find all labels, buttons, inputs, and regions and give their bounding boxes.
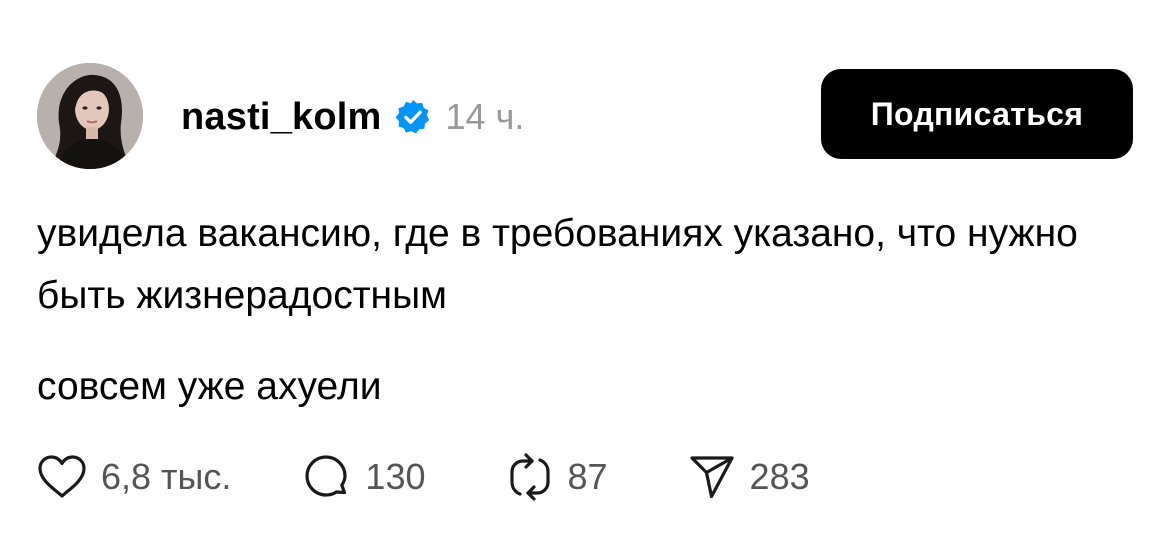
follow-button[interactable]: Подписаться [821,69,1133,159]
repost-arrows-icon [509,453,550,501]
post-time[interactable]: 14 ч. [446,96,525,138]
speech-bubble-icon [305,455,348,497]
post-header: nasti_kolm 14 ч. [181,92,524,142]
comment-button[interactable]: 130 [301,452,426,502]
comments-count: 130 [365,456,426,497]
heart-icon [38,455,86,498]
post-paragraph: увидела вакансию, где в требованиях указ… [37,212,1078,317]
share-button[interactable]: 283 [688,453,810,501]
action-bar: 6,8 тыс. 130 87 283 [37,448,810,506]
paper-plane-icon [689,456,734,499]
profile-photo-icon [37,63,143,169]
likes-count: 6,8 тыс. [101,456,232,497]
post-paragraph: совсем уже ахуели [37,365,382,408]
post-text: увидела вакансию, где в требованиях указ… [37,203,1147,418]
reposts-count: 87 [567,456,608,497]
repost-button[interactable]: 87 [506,452,608,502]
like-button[interactable]: 6,8 тыс. [37,454,231,500]
shares-count: 283 [749,456,810,497]
username[interactable]: nasti_kolm [181,96,382,139]
thread-post: nasti_kolm 14 ч. Подписаться увидела вак… [0,0,1170,543]
verified-badge-icon [394,98,432,136]
avatar[interactable] [37,63,143,169]
